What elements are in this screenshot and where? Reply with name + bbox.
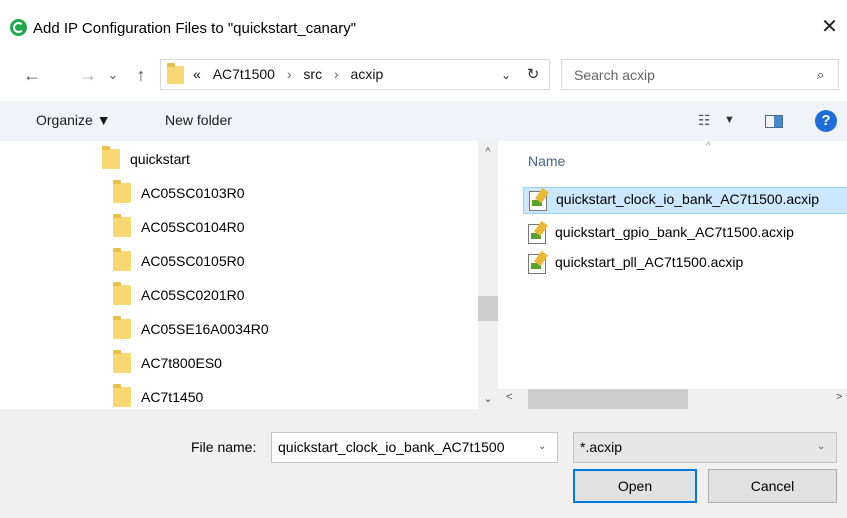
folder-icon [113, 214, 131, 237]
tree-item-quickstart[interactable]: quickstart [0, 144, 478, 174]
breadcrumb-ac7t1500[interactable]: AC7t1500 [213, 66, 275, 82]
view-dropdown-icon[interactable]: ▼ [724, 114, 735, 126]
folder-icon [113, 180, 131, 203]
file-name: quickstart_pll_AC7t1500.acxip [555, 254, 744, 270]
tree-item-label: quickstart [130, 151, 190, 167]
title-bar: Add IP Configuration Files to "quickstar… [0, 0, 847, 56]
breadcrumb-separator[interactable]: › [334, 66, 339, 82]
breadcrumb-acxip[interactable]: acxip [351, 66, 384, 82]
folder-icon [113, 350, 131, 373]
navigation-tree: quickstart AC05SC0103R0 AC05SC0104R0 AC0… [0, 141, 478, 409]
window-title: Add IP Configuration Files to "quickstar… [33, 20, 357, 37]
file-name-dropdown-icon[interactable]: ⌄ [538, 441, 546, 452]
close-icon[interactable]: ✕ [812, 12, 847, 42]
file-row[interactable]: quickstart_pll_AC7t1500.acxip [523, 251, 847, 276]
file-type-dropdown-icon[interactable]: ⌄ [817, 441, 825, 452]
breadcrumb: « AC7t1500 › src › acxip [193, 66, 383, 82]
file-list-horizontal-scrollbar[interactable]: < > [498, 389, 847, 409]
tree-item-label: AC05SC0201R0 [141, 287, 245, 303]
address-bar[interactable]: « AC7t1500 › src › acxip [160, 59, 550, 90]
breadcrumb-separator[interactable]: › [287, 66, 292, 82]
search-icon: ⌕ [817, 67, 825, 82]
tree-item-ac05sc0105r0[interactable]: AC05SC0105R0 [0, 246, 478, 276]
file-name-input[interactable]: quickstart_clock_io_bank_AC7t1500 ⌄ [271, 432, 558, 463]
up-arrow-icon[interactable]: ↑ [129, 60, 153, 90]
organize-button[interactable]: Organize ▼ [36, 112, 111, 128]
tree-item-ac7t800es0[interactable]: AC7t800ES0 [0, 348, 478, 378]
toolbar: Organize ▼ New folder ☷ ▼ ? [0, 101, 847, 141]
tree-item-ac05sc0104r0[interactable]: AC05SC0104R0 [0, 212, 478, 242]
tree-item-ac7t1450[interactable]: AC7t1450 [0, 382, 478, 409]
file-row-selected[interactable]: quickstart_clock_io_bank_AC7t1500.acxip [523, 187, 847, 214]
tree-item-label: AC05SE16A0034R0 [141, 321, 269, 337]
acxip-file-icon [529, 191, 547, 211]
folder-icon [113, 384, 131, 407]
file-name-value: quickstart_clock_io_bank_AC7t1500 [278, 439, 505, 455]
tree-vertical-scrollbar[interactable]: ^ ⌄ [478, 141, 498, 409]
view-options-icon[interactable]: ☷ [698, 112, 711, 129]
tree-item-label: AC05SC0103R0 [141, 185, 245, 201]
back-arrow-icon[interactable]: ← [20, 60, 44, 90]
tree-item-ac05sc0103r0[interactable]: AC05SC0103R0 [0, 178, 478, 208]
acxip-file-icon [528, 254, 546, 274]
tree-item-label: AC05SC0104R0 [141, 219, 245, 235]
file-name: quickstart_gpio_bank_AC7t1500.acxip [555, 224, 794, 240]
folder-icon [113, 248, 131, 271]
tree-item-label: AC7t1450 [141, 389, 204, 405]
search-placeholder: Search acxip [574, 67, 655, 83]
address-dropdown-icon[interactable]: ⌄ [496, 60, 516, 90]
folder-icon [113, 282, 131, 305]
dialog-footer: File name: quickstart_clock_io_bank_AC7t… [0, 409, 847, 518]
refresh-icon[interactable]: ↻ [520, 60, 546, 90]
folder-icon [102, 146, 120, 169]
tree-item-ac05se16a0034r0[interactable]: AC05SE16A0034R0 [0, 314, 478, 344]
file-type-select[interactable]: *.acxip ⌄ [573, 432, 837, 463]
file-name-label: File name: [191, 439, 257, 455]
column-header-name[interactable]: Name [528, 153, 565, 169]
tree-item-label: AC7t800ES0 [141, 355, 222, 371]
file-row[interactable]: quickstart_gpio_bank_AC7t1500.acxip [523, 221, 847, 246]
scroll-left-icon[interactable]: < [506, 391, 512, 403]
file-name: quickstart_clock_io_bank_AC7t1500.acxip [556, 191, 820, 207]
search-input[interactable]: Search acxip ⌕ [561, 59, 839, 90]
tree-item-label: AC05SC0105R0 [141, 253, 245, 269]
scroll-up-icon[interactable]: ^ [478, 146, 498, 158]
tree-item-ac05sc0201r0[interactable]: AC05SC0201R0 [0, 280, 478, 310]
scrollbar-thumb[interactable] [478, 296, 498, 321]
breadcrumb-overflow[interactable]: « [193, 66, 201, 82]
breadcrumb-src[interactable]: src [303, 66, 322, 82]
cancel-button[interactable]: Cancel [708, 469, 837, 503]
help-icon[interactable]: ? [815, 110, 837, 132]
folder-icon [167, 63, 184, 84]
preview-pane-icon[interactable] [765, 115, 783, 128]
forward-arrow-icon[interactable]: → [76, 60, 100, 90]
scroll-right-icon[interactable]: > [836, 391, 842, 403]
sort-indicator-icon: ^ [706, 141, 711, 152]
scrollbar-thumb[interactable] [528, 389, 688, 409]
recent-locations-icon[interactable]: ⌄ [101, 60, 125, 90]
file-list: ^ Name quickstart_clock_io_bank_AC7t1500… [498, 141, 847, 389]
acxip-file-icon [528, 224, 546, 244]
scroll-down-icon[interactable]: ⌄ [478, 392, 498, 405]
file-type-value: *.acxip [580, 439, 623, 455]
open-button[interactable]: Open [573, 469, 697, 503]
folder-icon [113, 316, 131, 339]
new-folder-button[interactable]: New folder [165, 112, 232, 128]
app-icon [10, 19, 27, 36]
